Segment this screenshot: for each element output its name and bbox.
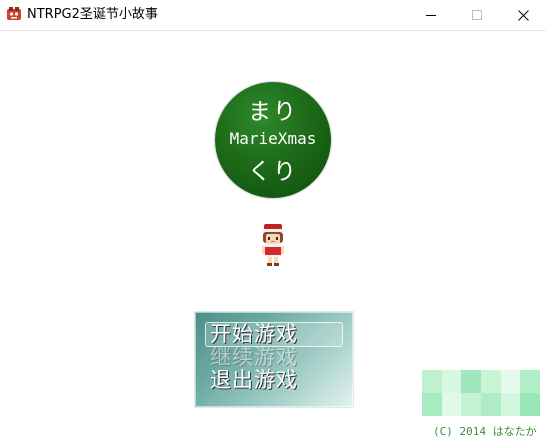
title-menu: 开始游戏 继续游戏 退出游戏 xyxy=(194,311,354,408)
minimize-button[interactable] xyxy=(408,0,454,30)
menu-item-continue[interactable]: 继续游戏 xyxy=(210,345,340,369)
maximize-button[interactable] xyxy=(454,0,500,30)
menu-item-exit[interactable]: 退出游戏 xyxy=(210,368,340,392)
window-title: NTRPG2圣诞节小故事 xyxy=(27,7,158,22)
blurred-watermark xyxy=(422,370,540,416)
minimize-icon xyxy=(425,14,436,16)
game-screen: まり MarieXmas くり 开始游戏 继续游戏 退出游戏 (C) 2014 … xyxy=(0,31,546,443)
logo-top-text: まり xyxy=(248,99,298,125)
close-icon xyxy=(517,9,529,21)
app-icon xyxy=(7,7,21,20)
window-title-bar: NTRPG2圣诞节小故事 xyxy=(0,0,546,31)
menu-item-new-game[interactable]: 开始游戏 xyxy=(210,322,340,346)
logo-bottom-text: くり xyxy=(248,159,298,185)
close-button[interactable] xyxy=(500,0,546,30)
character-sprite xyxy=(262,224,284,266)
maximize-icon xyxy=(471,9,482,20)
copyright-text: (C) 2014 はなたか xyxy=(433,425,537,438)
title-logo: まり MarieXmas くり xyxy=(215,82,331,198)
logo-middle-text: MarieXmas xyxy=(229,129,317,148)
